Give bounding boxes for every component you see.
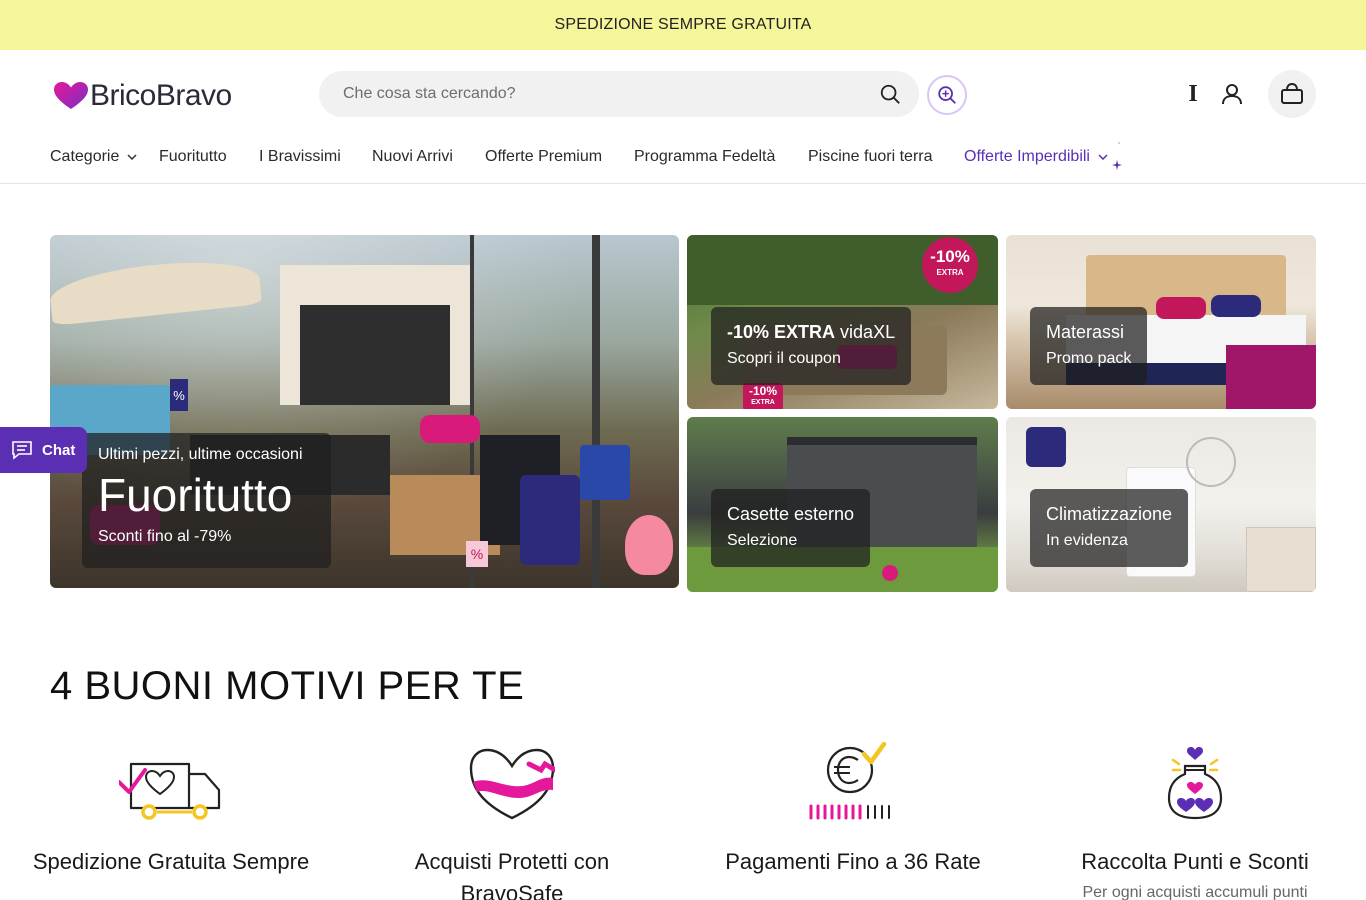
reason-item: Spedizione Gratuita Sempre [31, 740, 311, 878]
hero-main-caption: Ultimi pezzi, ultime occasioni Fuoritutt… [82, 433, 331, 568]
pillow-shape [1211, 295, 1261, 317]
announcement-text: SPEDIZIONE SEMPRE GRATUITA [554, 16, 812, 33]
nav-label: Piscine fuori terra [808, 148, 933, 165]
tile-caption: Materassi Promo pack [1030, 307, 1147, 385]
nav-label: Programma Fedeltà [634, 148, 776, 165]
reason-item: Pagamenti Fino a 36 Rate [713, 740, 993, 878]
tile-title: vidaXL [840, 322, 896, 342]
nav-item-piscine[interactable]: Piscine fuori terra [808, 148, 933, 166]
visual-search-icon [938, 86, 956, 104]
account-icon [1222, 84, 1242, 105]
chevron-down-icon [127, 154, 137, 160]
hero-pretitle: Ultimi pezzi, ultime occasioni [98, 446, 303, 463]
throw-shape [1226, 345, 1316, 409]
reason-item: Acquisti Protetti con BravoSafe [372, 740, 652, 900]
badge-main: -10% [930, 247, 970, 266]
sale-tag: % [170, 379, 188, 411]
fan-shape [1186, 437, 1236, 487]
chevron-down-icon [1098, 154, 1108, 160]
logo-text: BricoBravo [90, 79, 232, 112]
tile-title: Materassi [1046, 322, 1125, 342]
nav-item-programma-fedelta[interactable]: Programma Fedeltà [634, 148, 775, 166]
nav-label: Offerte Premium [485, 148, 603, 165]
hero-tile-fuoritutto[interactable]: % % Ultimi pezzi, ultime occasioni Fuori… [50, 235, 679, 588]
cooler-shape [580, 445, 630, 500]
wishlist-icon: I [1188, 80, 1198, 107]
nav-label: Offerte Imperdibili [964, 148, 1090, 165]
pillow-shape [420, 415, 480, 443]
reason-title: Pagamenti Fino a 36 Rate [725, 849, 981, 874]
search-icon [880, 84, 900, 104]
hero-tile-climatizzazione[interactable]: Climatizzazione In evidenza [1006, 417, 1316, 592]
hero-subtitle: Sconti fino al -79% [98, 528, 232, 545]
account-button[interactable] [1210, 72, 1254, 116]
visual-search-button[interactable] [927, 75, 967, 115]
tile-subtitle: In evidenza [1046, 532, 1128, 549]
logo-heart-icon [54, 82, 88, 109]
flamingo-shape [625, 515, 673, 575]
cart-button[interactable] [1268, 70, 1316, 118]
reasons-title: 4 BUONI MOTIVI PER TE [50, 664, 525, 708]
nav-item-offerte-imperdibili[interactable]: Offerte Imperdibili [964, 148, 1108, 166]
tile-title-bold: -10% EXTRA [727, 322, 836, 342]
tile-subtitle: Selezione [727, 532, 798, 549]
wishlist-button[interactable]: I [1171, 72, 1215, 116]
nav-item-bravissimi[interactable]: I Bravissimi [259, 148, 341, 166]
site-header: BricoBravo I [0, 50, 1366, 138]
reason-title: Spedizione Gratuita Sempre [32, 849, 310, 874]
discount-badge: -10% EXTRA [922, 237, 978, 293]
sparkle-icon [1112, 142, 1122, 170]
discount-badge: -10% EXTRA [743, 383, 783, 409]
search-bar [319, 71, 919, 117]
tile-caption: Casette esterno Selezione [711, 489, 870, 567]
badge-sub: EXTRA [936, 268, 964, 277]
search-input[interactable] [319, 71, 867, 117]
truck-icon [119, 762, 221, 820]
chat-label: Chat [42, 441, 76, 459]
nav-item-nuovi-arrivi[interactable]: Nuovi Arrivi [372, 148, 453, 166]
tile-subtitle: Scopri il coupon [727, 350, 841, 367]
nav-label: I Bravissimi [259, 148, 341, 165]
nav-label: Categorie [50, 148, 120, 165]
tile-caption: Climatizzazione In evidenza [1030, 489, 1188, 567]
badge-main: -10% [748, 384, 777, 398]
badge-sub: EXTRA [751, 399, 775, 406]
nav-label: Fuoritutto [159, 148, 227, 165]
nav-label: Nuovi Arrivi [372, 148, 453, 165]
reason-item: Raccolta Punti e Sconti Per ogni acquist… [1055, 740, 1335, 900]
sale-tag: % [466, 541, 488, 567]
hero-tile-vidaxl[interactable]: -10% EXTRA -10% EXTRA -10% EXTRA vidaXL … [687, 235, 998, 409]
chat-button[interactable]: Chat [0, 427, 87, 473]
hero-tile-casette[interactable]: Casette esterno Selezione [687, 417, 998, 592]
euro-installments-icon [809, 742, 890, 820]
pillow-shape [1156, 297, 1206, 319]
tile-subtitle: Promo pack [1046, 350, 1132, 367]
shelf-shape [1246, 527, 1316, 592]
window-shape [300, 305, 450, 405]
chat-icon [12, 441, 32, 460]
reason-title: Raccolta Punti e Sconti [1081, 849, 1309, 874]
reason-description: Per ogni acquisti accumuli punti [1082, 884, 1308, 900]
announcement-bar: SPEDIZIONE SEMPRE GRATUITA [0, 0, 1366, 50]
points-jar-icon [1167, 747, 1223, 820]
tile-title: Climatizzazione [1046, 504, 1173, 524]
hero-title: Fuoritutto [98, 469, 293, 521]
logo[interactable]: BricoBravo [54, 78, 232, 114]
tile-caption: -10% EXTRA vidaXL Scopri il coupon [711, 307, 911, 385]
reason-title: Acquisti Protetti con BravoSafe [414, 849, 610, 900]
hero-tile-materassi[interactable]: Materassi Promo pack [1006, 235, 1316, 409]
main-nav: Categorie Fuoritutto I Bravissimi Nuovi … [0, 138, 1366, 184]
cart-icon [1281, 83, 1303, 104]
nav-item-categorie[interactable]: Categorie [50, 148, 137, 166]
nav-item-fuoritutto[interactable]: Fuoritutto [159, 148, 227, 166]
ball-shape [882, 565, 898, 581]
wall-art-shape [1026, 427, 1066, 467]
search-button[interactable] [867, 71, 913, 117]
suitcase-shape [520, 475, 580, 565]
shield-heart-icon [469, 748, 555, 820]
tile-title: Casette esterno [727, 504, 855, 524]
nav-item-offerte-premium[interactable]: Offerte Premium [485, 148, 602, 166]
